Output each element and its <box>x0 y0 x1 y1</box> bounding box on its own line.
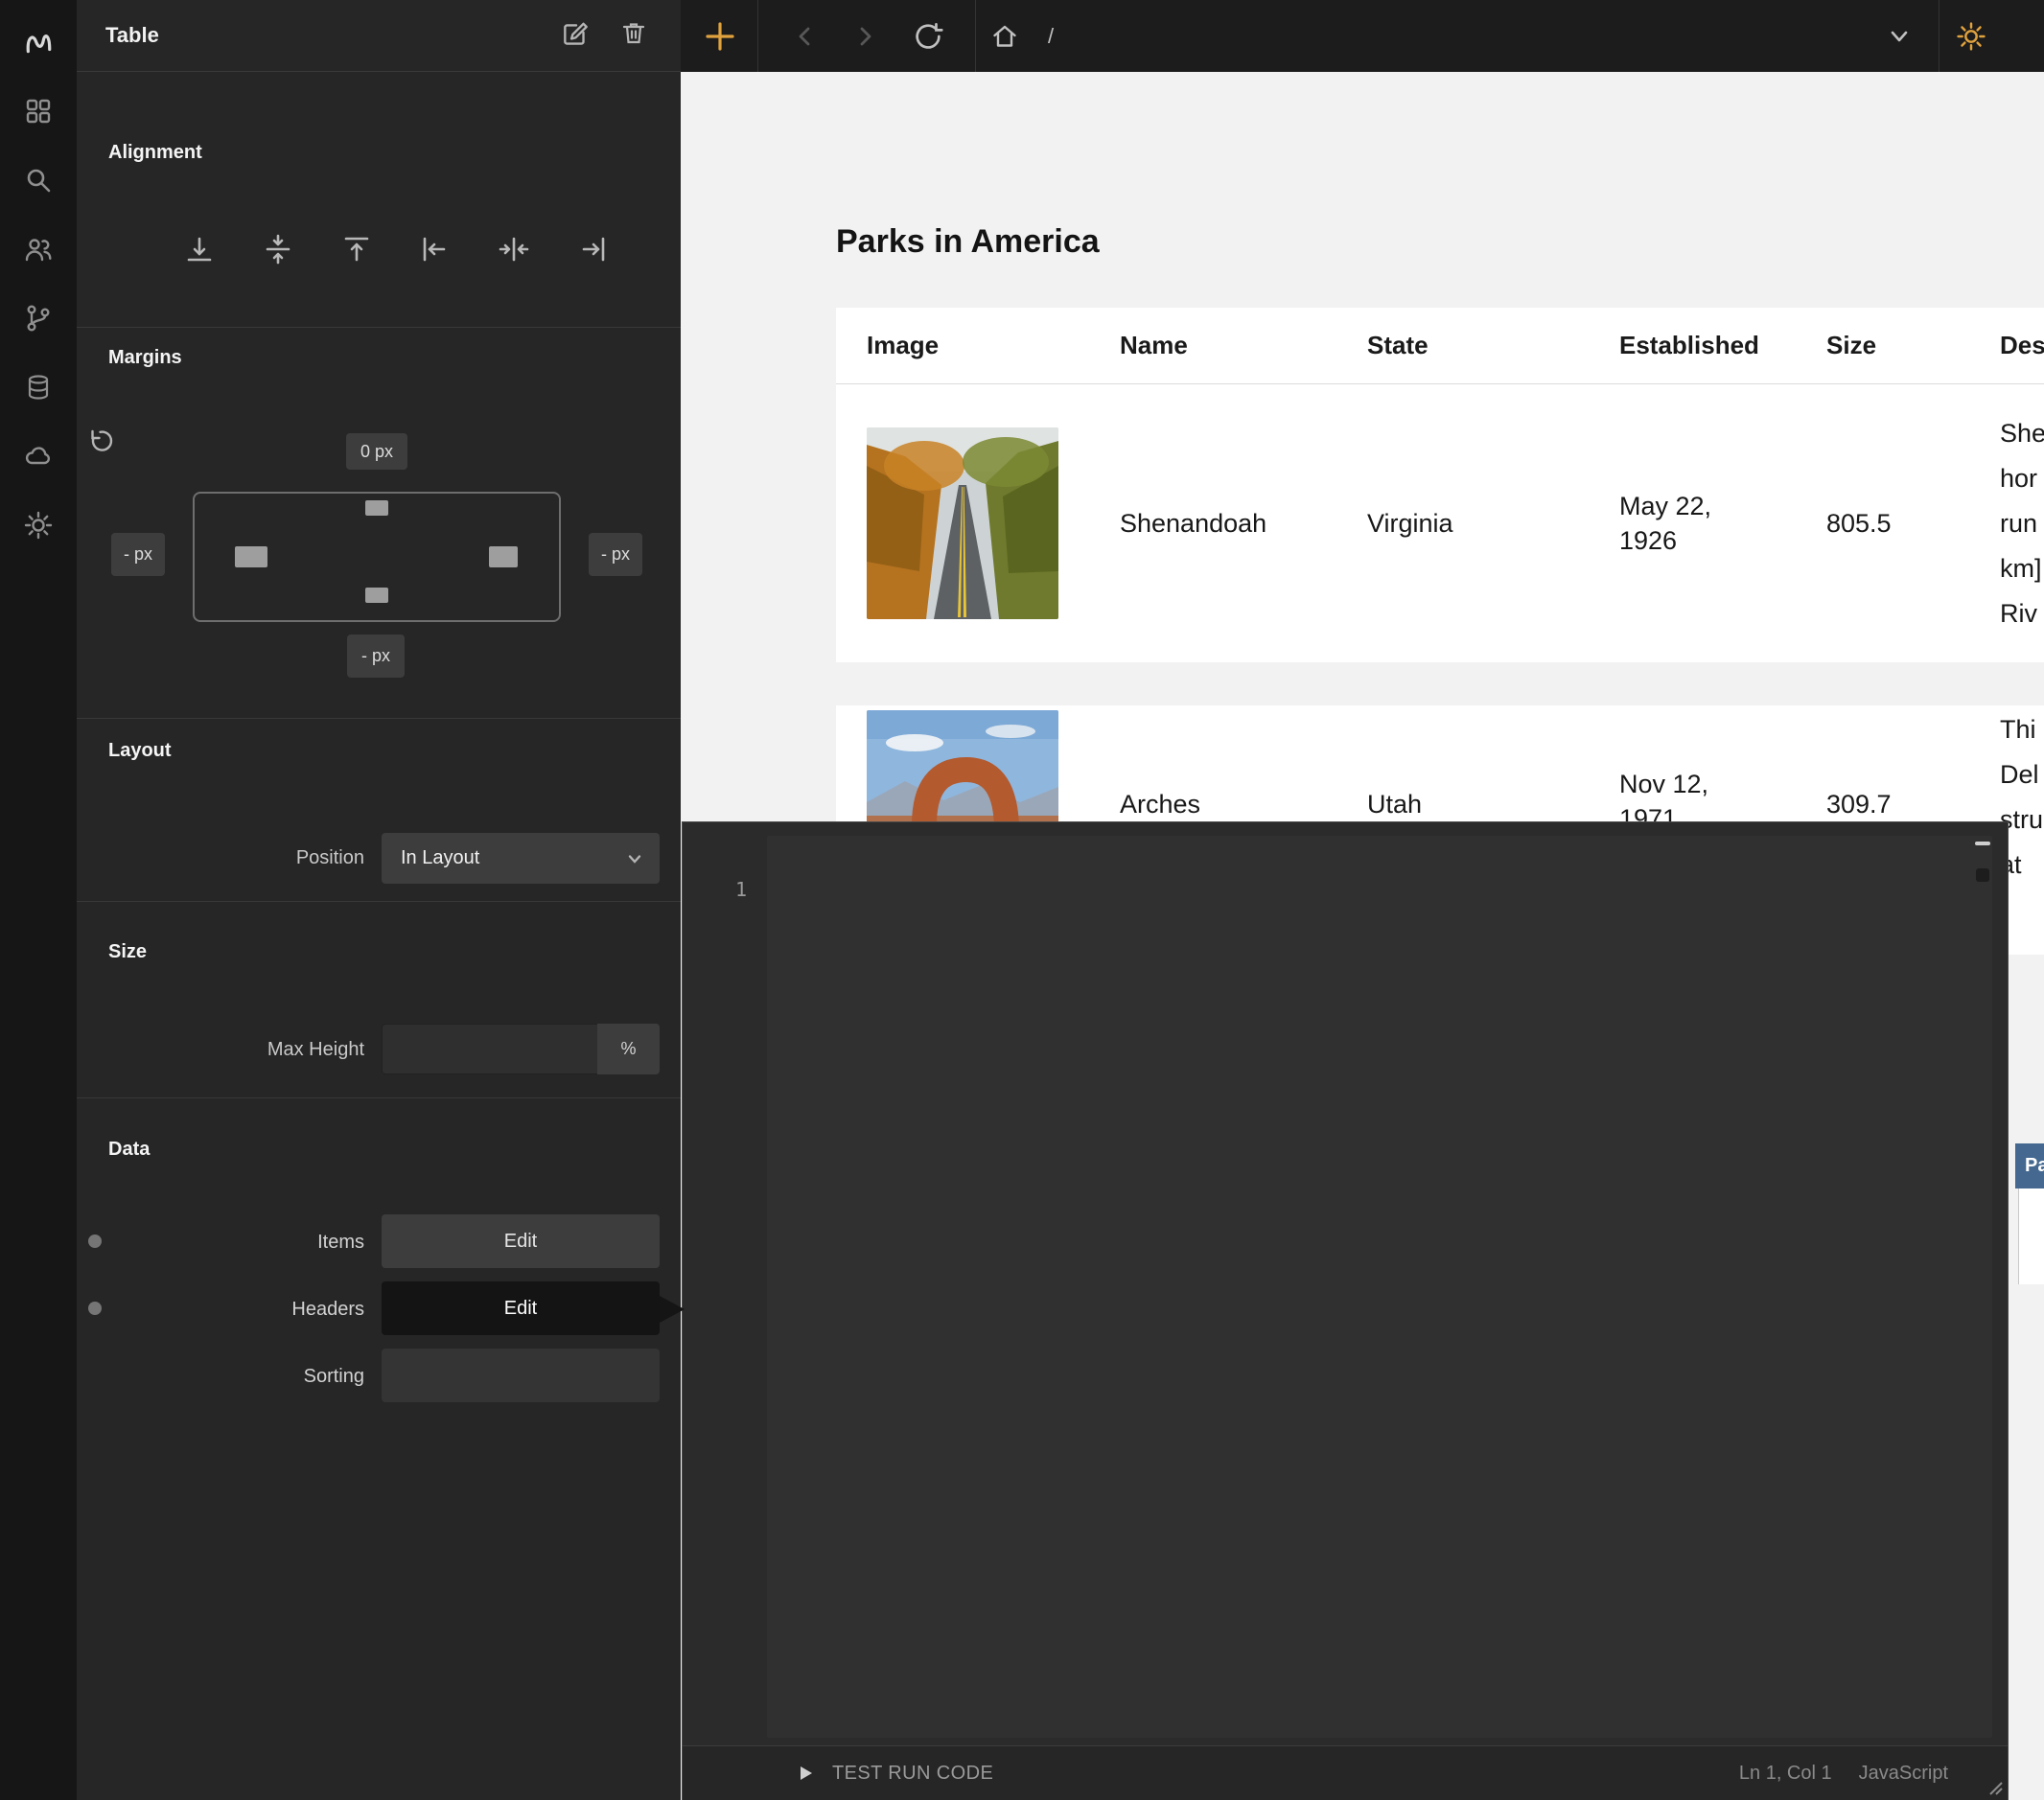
layout-heading: Layout <box>108 740 172 762</box>
editor-status-bar: TEST RUN CODE Ln 1, Col 1 JavaScript <box>683 1745 2008 1800</box>
left-icon-rail <box>0 0 77 1800</box>
toolbar-divider <box>975 0 976 72</box>
headers-edit-button[interactable]: Edit <box>382 1281 660 1335</box>
margin-bottom-value[interactable]: - px <box>347 635 405 678</box>
code-editor-surface[interactable] <box>767 836 1992 1738</box>
cell-name: Arches <box>1089 705 1336 819</box>
margin-handle-bottom[interactable] <box>365 588 388 603</box>
hidden-panel-header-fragment: Pa <box>2015 1143 2044 1188</box>
test-run-code-button[interactable]: TEST RUN CODE <box>832 1763 993 1785</box>
section-divider <box>77 1097 681 1098</box>
cloud-icon[interactable] <box>21 439 56 473</box>
align-left-icon[interactable] <box>418 232 453 266</box>
headers-label: Headers <box>77 1299 364 1321</box>
section-divider <box>77 327 681 328</box>
cell-state: Virginia <box>1336 509 1589 539</box>
editor-language: JavaScript <box>1859 1763 1948 1785</box>
code-editor-modal: 1 TEST RUN CODE Ln 1, Col 1 JavaScript <box>682 821 2009 1800</box>
size-heading: Size <box>108 941 147 963</box>
cell-description: She hor run km] Riv <box>1969 411 2044 636</box>
align-right-icon[interactable] <box>575 232 610 266</box>
inspector-header: Table <box>77 0 681 72</box>
col-header-established[interactable]: Established <box>1589 331 1796 360</box>
apps-grid-icon[interactable] <box>21 94 56 128</box>
top-toolbar: / <box>681 0 2044 72</box>
cell-name: Shenandoah <box>1089 509 1336 539</box>
add-component-icon[interactable] <box>704 20 736 53</box>
sorting-label: Sorting <box>77 1366 364 1388</box>
max-height-label: Max Height <box>77 1039 364 1061</box>
margin-handle-left[interactable] <box>235 546 267 567</box>
edit-pencil-icon[interactable] <box>560 19 592 52</box>
align-bottom-icon[interactable] <box>182 232 217 266</box>
table-row[interactable]: Shenandoah Virginia May 22, 1926 805.5 S… <box>836 384 2044 662</box>
margin-top-value[interactable]: 0 px <box>346 433 407 470</box>
cell-state: Utah <box>1336 705 1589 819</box>
hidden-panel-body-fragment <box>2018 1188 2044 1284</box>
max-height-unit: % <box>597 1024 660 1074</box>
component-title: Table <box>105 23 159 48</box>
line-number: 1 <box>735 878 747 901</box>
resize-handle-icon[interactable] <box>1985 1777 2004 1796</box>
inspector-panel: Table Alignment <box>77 0 681 1800</box>
col-header-description[interactable]: Des <box>1969 331 2044 360</box>
git-branch-icon[interactable] <box>21 301 56 335</box>
scrollbar-dash <box>1975 842 1990 845</box>
headers-editor-callout-arrow <box>660 1296 685 1323</box>
alignment-heading: Alignment <box>108 142 202 164</box>
refresh-icon[interactable] <box>914 21 943 51</box>
chevron-down-icon <box>625 849 644 868</box>
scrollbar-thumb[interactable] <box>1976 868 1989 882</box>
section-divider <box>77 718 681 719</box>
route-path[interactable]: / <box>1048 24 1054 49</box>
search-icon[interactable] <box>21 163 56 197</box>
max-height-input[interactable] <box>382 1024 597 1074</box>
margin-handle-right[interactable] <box>489 546 518 567</box>
alignment-buttons <box>182 232 610 266</box>
margin-left-value[interactable]: - px <box>111 533 165 576</box>
cursor-position: Ln 1, Col 1 <box>1739 1763 1832 1785</box>
data-heading: Data <box>108 1139 150 1161</box>
database-icon[interactable] <box>21 370 56 404</box>
margin-right-value[interactable]: - px <box>589 533 642 576</box>
reset-margins-icon[interactable] <box>86 427 115 455</box>
table-header-row: Image Name State Established Size Des <box>836 308 2044 384</box>
toolbar-divider <box>757 0 758 72</box>
page-title: Parks in America <box>836 223 1100 261</box>
users-icon[interactable] <box>21 232 56 266</box>
nav-back-icon[interactable] <box>791 22 820 51</box>
cell-size: 805.5 <box>1796 509 1969 539</box>
col-header-name[interactable]: Name <box>1089 331 1336 360</box>
settings-gear-icon[interactable] <box>21 508 56 542</box>
preview-dropdown-chevron-icon[interactable] <box>1885 22 1914 51</box>
cell-size: 309.7 <box>1796 705 1969 819</box>
cell-established: May 22, 1926 <box>1589 489 1747 558</box>
sorting-button[interactable] <box>382 1349 660 1402</box>
run-play-icon[interactable] <box>796 1764 815 1783</box>
autumn-road-photo <box>867 427 1058 619</box>
items-edit-button[interactable]: Edit <box>382 1214 660 1268</box>
margin-handle-top[interactable] <box>365 500 388 516</box>
align-horizontal-center-icon[interactable] <box>497 232 531 266</box>
align-vertical-center-icon[interactable] <box>261 232 295 266</box>
col-header-image[interactable]: Image <box>836 331 1089 360</box>
margins-diagram <box>193 492 561 622</box>
col-header-state[interactable]: State <box>1336 331 1589 360</box>
position-value: In Layout <box>401 847 479 869</box>
position-select[interactable]: In Layout <box>382 833 660 884</box>
section-divider <box>77 901 681 902</box>
app-logo-icon[interactable] <box>21 25 56 59</box>
home-icon[interactable] <box>990 22 1019 51</box>
col-header-size[interactable]: Size <box>1796 331 1969 360</box>
trash-icon[interactable] <box>619 19 652 52</box>
align-top-icon[interactable] <box>339 232 374 266</box>
cell-established: Nov 12, 1971 <box>1589 705 1747 836</box>
row-gap <box>836 662 2044 705</box>
nav-forward-icon[interactable] <box>850 22 879 51</box>
app-settings-gear-icon[interactable] <box>1957 21 1986 51</box>
items-label: Items <box>77 1232 364 1254</box>
position-label: Position <box>77 847 364 869</box>
margins-heading: Margins <box>108 347 182 369</box>
